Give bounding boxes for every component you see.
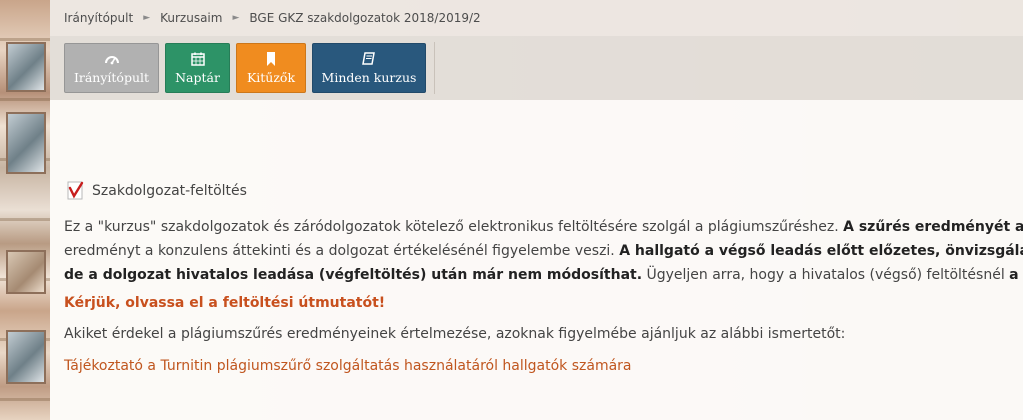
all-courses-button[interactable]: Minden kurzus bbox=[312, 43, 426, 93]
activity-link[interactable]: Szakdolgozat-feltöltés bbox=[64, 180, 247, 202]
breadcrumb: Irányítópult ► Kurzusaim ► BGE GKZ szakd… bbox=[50, 0, 1023, 36]
calendar-button[interactable]: Naptár bbox=[165, 43, 230, 93]
background-building-image bbox=[0, 0, 50, 420]
navbar-divider bbox=[434, 42, 435, 94]
turnitin-guide-link[interactable]: Tájékoztató a Turnitin plágiumszűrő szol… bbox=[64, 358, 632, 374]
turnitin-icon bbox=[67, 181, 84, 200]
activity-title: Szakdolgozat-feltöltés bbox=[92, 183, 247, 199]
dashboard-button-label: Irányítópult bbox=[73, 70, 150, 85]
bookmark-icon bbox=[267, 52, 275, 66]
breadcrumb-separator-icon: ► bbox=[232, 13, 240, 23]
breadcrumb-item-course[interactable]: BGE GKZ szakdolgozatok 2018/2019/2 bbox=[249, 11, 480, 25]
badges-button-label: Kitűzők bbox=[246, 70, 296, 85]
breadcrumb-item-dashboard[interactable]: Irányítópult bbox=[64, 11, 133, 25]
calendar-icon bbox=[190, 52, 205, 66]
description-line: eredményt a konzulens áttekinti és a dol… bbox=[64, 243, 1023, 259]
dashboard-icon bbox=[104, 56, 119, 65]
dashboard-button[interactable]: Irányítópult bbox=[64, 43, 159, 93]
breadcrumb-item-my-courses[interactable]: Kurzusaim bbox=[160, 11, 222, 25]
book-icon bbox=[362, 52, 375, 65]
course-navbar: Irányítópult Naptár Kitűzők Minden kurzu… bbox=[50, 36, 1023, 100]
badges-button[interactable]: Kitűzők bbox=[236, 43, 306, 93]
upload-guide-warning: Kérjük, olvassa el a feltöltési útmutató… bbox=[64, 295, 386, 311]
description-line: Ez a "kurzus" szakdolgozatok és záródolg… bbox=[64, 219, 1023, 235]
interest-text: Akiket érdekel a plágiumszűrés eredménye… bbox=[64, 326, 846, 342]
calendar-button-label: Naptár bbox=[175, 70, 220, 85]
breadcrumb-separator-icon: ► bbox=[143, 13, 151, 23]
all-courses-button-label: Minden kurzus bbox=[321, 70, 417, 85]
course-description: Ez a "kurzus" szakdolgozatok és záródolg… bbox=[64, 215, 1023, 287]
course-content: Szakdolgozat-feltöltés Ez a "kurzus" sza… bbox=[50, 100, 1023, 420]
description-line: de a dolgozat hivatalos leadása (végfelt… bbox=[64, 267, 1023, 283]
